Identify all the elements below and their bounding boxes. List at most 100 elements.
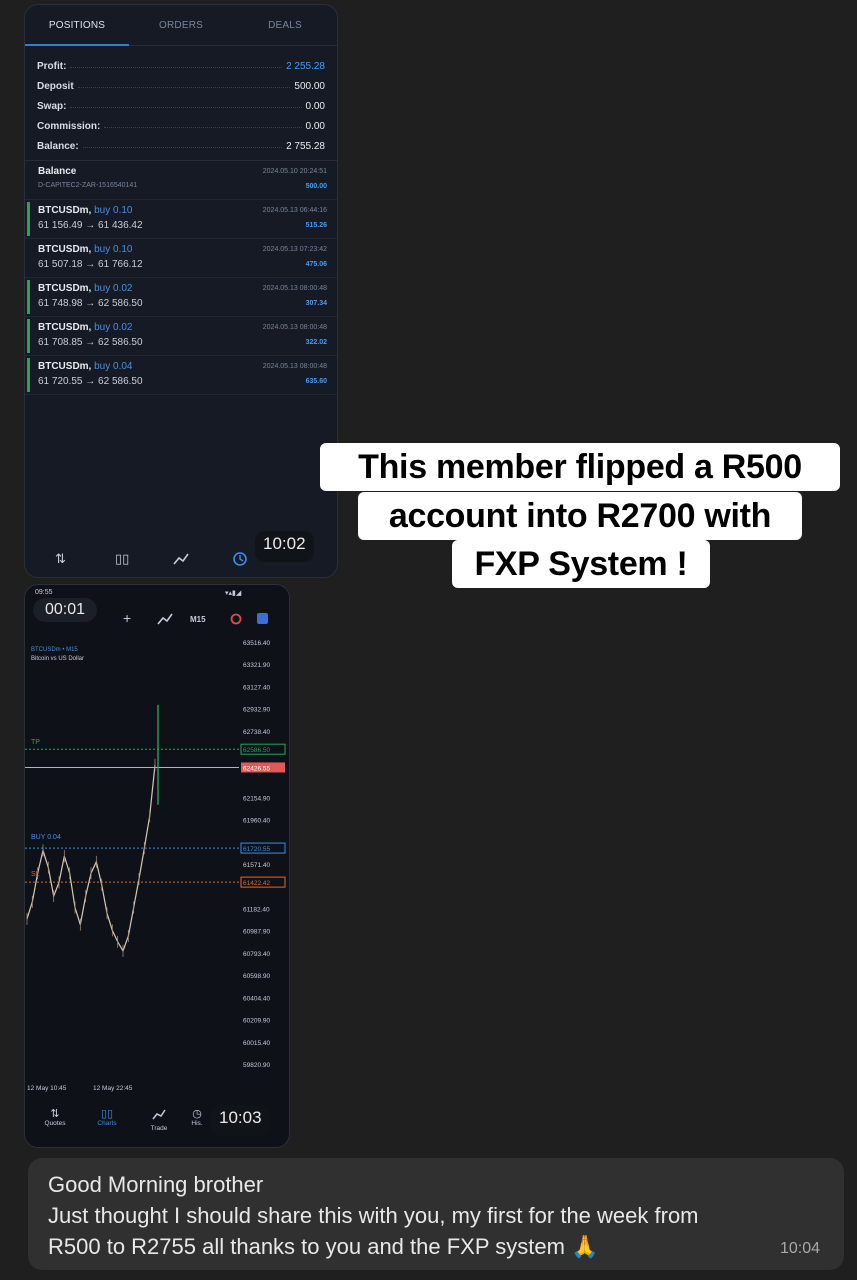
- price-series-line: [26, 764, 156, 953]
- y-tick-label: 60404.40: [243, 995, 270, 1002]
- summary-commission: Commission: 0.00: [25, 112, 337, 132]
- y-tick-label: 61960.40: [243, 818, 270, 825]
- deal-prices: 61 156.49 → 61 436.42: [38, 220, 143, 231]
- tp-label: TP: [31, 739, 40, 746]
- tab-positions[interactable]: POSITIONS: [25, 5, 129, 46]
- price-chart[interactable]: 63516.40 63321.90 63127.40 62932.90 62738.40…: [25, 625, 289, 1091]
- summary-profit: Profit: 2 255.28: [25, 52, 337, 72]
- nav-label: Charts: [97, 1120, 117, 1127]
- caption-line-2: account into R2700 with: [358, 492, 802, 540]
- bid-value: 62426.55: [243, 765, 270, 772]
- chart-timestamp: 10:03: [211, 1105, 270, 1136]
- caption-line-1: This member flipped a R500: [320, 443, 840, 491]
- balance-entry-title: Balance: [38, 166, 77, 177]
- deal-side: buy 0.10: [94, 205, 133, 216]
- trade-icon: [152, 1109, 166, 1120]
- deal-row[interactable]: BTCUSDm, buy 0.02 61 708.85 → 62 586.50 …: [25, 317, 337, 356]
- deal-side: buy 0.04: [94, 361, 133, 372]
- tab-orders[interactable]: ORDERS: [129, 5, 233, 45]
- history-tabs: POSITIONS ORDERS DEALS: [25, 5, 337, 46]
- y-tick-label: 60598.90: [243, 973, 270, 980]
- y-tick-label: 63127.40: [243, 684, 270, 691]
- deal-symbol: BTCUSDm,: [38, 244, 92, 255]
- y-tick-label: 60209.90: [243, 1018, 270, 1025]
- deal-row[interactable]: BTCUSDm, buy 0.10 61 156.49 → 61 436.42 …: [25, 200, 337, 239]
- deal-date: 2024.05.13 06:44:16: [262, 207, 327, 214]
- trade-icon[interactable]: [173, 553, 189, 565]
- indicator-icon[interactable]: [157, 613, 173, 625]
- chart-timestamp-text: 10:03: [219, 1108, 262, 1127]
- deal-date: 2024.05.13 08:00:48: [262, 363, 327, 370]
- deal-profit: 475.06: [305, 261, 327, 268]
- status-icons: ▾▴▮◢: [225, 590, 242, 597]
- message-line: Just thought I should share this with yo…: [48, 1203, 699, 1228]
- tab-deals[interactable]: DEALS: [233, 5, 337, 45]
- charts-icon: ▯▯: [100, 1108, 114, 1120]
- summary-swap: Swap: 0.00: [25, 92, 337, 112]
- deal-prices: 61 708.85 → 62 586.50: [38, 337, 143, 348]
- y-tick-label: 62154.90: [243, 795, 270, 802]
- sl-level-value: 61422.42: [243, 880, 270, 887]
- crosshair-icon[interactable]: +: [123, 610, 131, 626]
- timeframe-button[interactable]: M15: [190, 615, 206, 624]
- y-tick-label: 62932.90: [243, 707, 270, 714]
- nav-label: Trade: [150, 1125, 168, 1132]
- deal-side: buy 0.02: [94, 283, 133, 294]
- buy-label: BUY 0.04: [31, 834, 61, 841]
- y-tick-label: 61182.40: [243, 907, 270, 914]
- buy-level-value: 61720.55: [243, 846, 270, 853]
- summary-value: 0.00: [305, 101, 325, 112]
- nav-trade[interactable]: Trade: [143, 1107, 175, 1132]
- deal-profit: 635.60: [305, 378, 327, 385]
- nav-quotes[interactable]: ⇅ Quotes: [39, 1107, 71, 1127]
- y-tick-label: 60015.40: [243, 1040, 270, 1047]
- message-time: 10:04: [779, 1240, 820, 1257]
- status-time: 09:55: [35, 589, 53, 596]
- summary-label: Deposit: [37, 81, 74, 92]
- deal-date: 2024.05.13 08:00:48: [262, 324, 327, 331]
- history-icon[interactable]: [232, 551, 248, 567]
- nav-charts[interactable]: ▯▯ Charts: [91, 1107, 123, 1127]
- message-line: Good Morning brother: [48, 1172, 264, 1197]
- deal-symbol: BTCUSDm,: [38, 322, 92, 333]
- deal-date: 2024.05.13 08:00:48: [262, 285, 327, 292]
- history-screenshot: POSITIONS ORDERS DEALS Profit: 2 255.28 D…: [24, 4, 338, 578]
- y-tick-label: 60793.40: [243, 951, 270, 958]
- oneclick-icon[interactable]: [257, 613, 268, 624]
- objects-icon[interactable]: [230, 613, 242, 625]
- deal-side: buy 0.02: [94, 322, 133, 333]
- timer-text: 00:01: [44, 601, 86, 618]
- balance-entry[interactable]: Balance D-CAPITEC2-ZAR-1516540141 2024.0…: [25, 161, 337, 200]
- deal-symbol: BTCUSDm,: [38, 283, 92, 294]
- summary-balance: Balance: 2 755.28: [25, 132, 337, 152]
- deal-row[interactable]: BTCUSDm, buy 0.02 61 748.98 → 62 586.50 …: [25, 278, 337, 317]
- history-summary: Profit: 2 255.28 Deposit 500.00 Swap: 0.00 …: [25, 46, 337, 161]
- deal-profit: 515.26: [305, 222, 327, 229]
- quotes-icon[interactable]: ⇅: [55, 551, 66, 567]
- charts-icon[interactable]: ▯▯: [115, 551, 129, 567]
- deal-symbol: BTCUSDm,: [38, 205, 92, 216]
- summary-value: 500.00: [294, 81, 325, 92]
- quotes-icon: ⇅: [50, 1108, 60, 1120]
- chat-message-bubble[interactable]: Good Morning brother Just thought I shou…: [28, 1158, 844, 1270]
- y-tick-label: 63321.90: [243, 662, 270, 669]
- x-axis-label: 12 May 10:45: [27, 1085, 67, 1092]
- y-tick-label: 61571.40: [243, 862, 270, 869]
- nav-label: Quotes: [44, 1120, 66, 1127]
- deal-row[interactable]: BTCUSDm, buy 0.04 61 720.55 → 62 586.50 …: [25, 356, 337, 395]
- y-tick-label: 59820.90: [243, 1062, 270, 1069]
- summary-label: Swap:: [37, 101, 67, 112]
- balance-entry-account: D-CAPITEC2-ZAR-1516540141: [38, 182, 138, 189]
- deal-row[interactable]: BTCUSDm, buy 0.10 61 507.18 → 61 766.12 …: [25, 239, 337, 278]
- timer-pill: 00:01: [33, 598, 97, 622]
- nav-history[interactable]: ◷ His.: [185, 1107, 209, 1127]
- summary-value: 2 755.28: [286, 141, 325, 152]
- history-icon: ◷: [192, 1108, 202, 1120]
- summary-label: Profit:: [37, 61, 67, 72]
- y-tick-label: 60987.90: [243, 929, 270, 936]
- balance-entry-date: 2024.05.10 20:24:51: [262, 168, 327, 175]
- deal-profit: 307.34: [305, 300, 327, 307]
- y-tick-label: 63516.40: [243, 640, 270, 647]
- message-line: R500 to R2755 all thanks to you and the …: [48, 1234, 599, 1259]
- deal-prices: 61 720.55 → 62 586.50: [38, 376, 143, 387]
